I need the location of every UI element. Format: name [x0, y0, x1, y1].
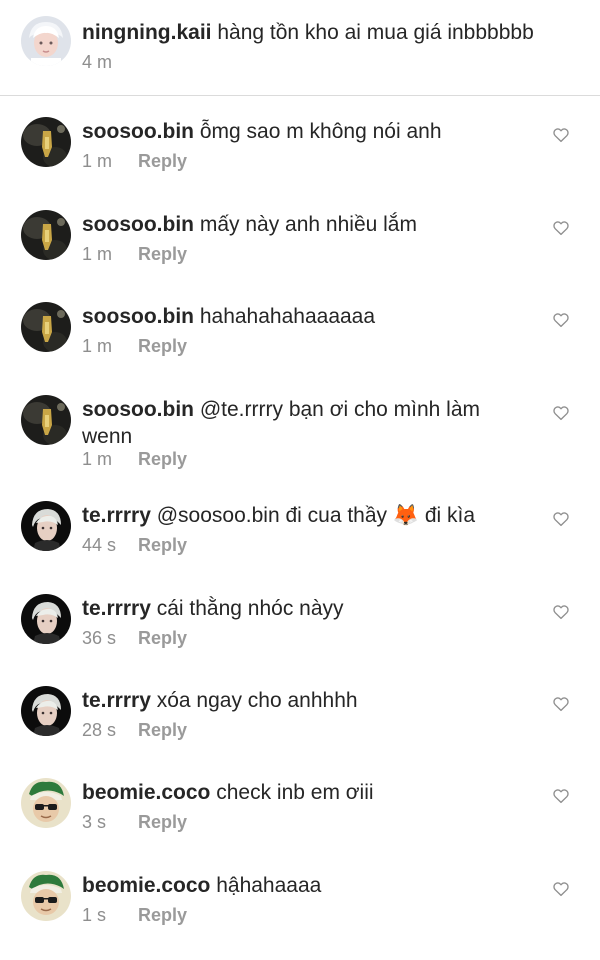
comment-username[interactable]: soosoo.bin — [82, 398, 194, 421]
comment-timestamp: 1 m — [82, 151, 113, 171]
heart-outline-icon[interactable] — [552, 880, 570, 898]
comment-item: soosoo.bin @te.rrrry bạn ơi cho mình làm… — [0, 395, 600, 475]
post-caption: ningning.kaii hàng tồn kho ai mua giá in… — [0, 0, 600, 96]
caption-text: ningning.kaii hàng tồn kho ai mua giá in… — [82, 19, 570, 46]
comment-body: hậhahaaaa — [216, 874, 322, 897]
comment-username[interactable]: beomie.coco — [82, 781, 210, 804]
avatar[interactable] — [21, 594, 71, 644]
comment-item: beomie.coco check inb em ơiii 3 s Reply — [0, 778, 600, 838]
avatar[interactable] — [21, 210, 71, 260]
heart-outline-icon[interactable] — [552, 695, 570, 713]
comment-timestamp: 36 s — [82, 628, 117, 648]
heart-outline-icon[interactable] — [552, 510, 570, 528]
comment-text: soosoo.bin hahahahahaaaaaa — [82, 303, 540, 330]
heart-outline-icon[interactable] — [552, 404, 570, 422]
comment-timestamp: 3 s — [82, 812, 107, 832]
comment-timestamp: 28 s — [82, 720, 117, 740]
avatar[interactable] — [21, 395, 71, 445]
comment-text: soosoo.bin mấy này anh nhiều lắm — [82, 211, 540, 238]
comment-item: te.rrrry cái thằng nhóc nàyy 36 s Reply — [0, 594, 600, 654]
comment-text: te.rrrry @soosoo.bin đi cua thầy 🦊 đi kì… — [82, 502, 540, 529]
caption-meta: 4 m — [82, 51, 126, 73]
comment-text: te.rrrry xóa ngay cho anhhhh — [82, 687, 540, 714]
comment-username[interactable]: soosoo.bin — [82, 120, 194, 143]
caption-username[interactable]: ningning.kaii — [82, 21, 212, 44]
comment-item: te.rrrry @soosoo.bin đi cua thầy 🦊 đi kì… — [0, 501, 600, 561]
reply-button[interactable]: Reply — [138, 535, 187, 555]
heart-outline-icon[interactable] — [552, 787, 570, 805]
reply-button[interactable]: Reply — [138, 244, 187, 264]
avatar[interactable] — [21, 16, 71, 66]
comment-meta: 1 m Reply — [82, 448, 187, 470]
avatar[interactable] — [21, 686, 71, 736]
comment-body: mấy này anh nhiều lắm — [199, 213, 417, 236]
heart-outline-icon[interactable] — [552, 126, 570, 144]
comment-username[interactable]: te.rrrry — [82, 689, 151, 712]
comment-text: soosoo.bin ỗmg sao m không nói anh — [82, 118, 540, 145]
comment-body: xóa ngay cho anhhhh — [156, 689, 358, 712]
comment-meta: 44 s Reply — [82, 534, 187, 556]
comment-meta: 1 m Reply — [82, 150, 187, 172]
comment-text: te.rrrry cái thằng nhóc nàyy — [82, 595, 540, 622]
reply-button[interactable]: Reply — [138, 449, 187, 469]
reply-button[interactable]: Reply — [138, 812, 187, 832]
comment-timestamp: 1 m — [82, 244, 113, 264]
caption-timestamp: 4 m — [82, 52, 113, 72]
heart-outline-icon[interactable] — [552, 603, 570, 621]
comment-username[interactable]: soosoo.bin — [82, 213, 194, 236]
reply-button[interactable]: Reply — [138, 336, 187, 356]
comment-meta: 36 s Reply — [82, 627, 187, 649]
reply-button[interactable]: Reply — [138, 905, 187, 925]
avatar[interactable] — [21, 871, 71, 921]
avatar[interactable] — [21, 117, 71, 167]
comment-meta: 1 m Reply — [82, 335, 187, 357]
caption-body: hàng tồn kho ai mua giá inbbbbbb — [217, 21, 534, 44]
comment-meta: 28 s Reply — [82, 719, 187, 741]
comment-body: @soosoo.bin đi cua thầy 🦊 đi kìa — [156, 504, 476, 527]
comment-meta: 1 m Reply — [82, 243, 187, 265]
comment-body-continued: wenn — [82, 425, 133, 448]
comment-item: te.rrrry xóa ngay cho anhhhh 28 s Reply — [0, 686, 600, 746]
comment-username[interactable]: te.rrrry — [82, 504, 151, 527]
comment-body: check inb em ơiii — [216, 781, 374, 804]
comment-text: beomie.coco check inb em ơiii — [82, 779, 540, 806]
comment-item: soosoo.bin hahahahahaaaaaa 1 m Reply — [0, 302, 600, 362]
comment-item: soosoo.bin mấy này anh nhiều lắm 1 m Reply — [0, 210, 600, 270]
comment-username[interactable]: soosoo.bin — [82, 305, 194, 328]
comment-username[interactable]: beomie.coco — [82, 874, 210, 897]
comment-text: soosoo.bin @te.rrrry bạn ơi cho mình làm… — [82, 396, 540, 450]
comment-body: @te.rrrry bạn ơi cho mình làm — [199, 398, 481, 421]
reply-button[interactable]: Reply — [138, 628, 187, 648]
heart-outline-icon[interactable] — [552, 311, 570, 329]
comment-item: beomie.coco hậhahaaaa 1 s Reply — [0, 871, 600, 931]
comment-username[interactable]: te.rrrry — [82, 597, 151, 620]
reply-button[interactable]: Reply — [138, 151, 187, 171]
avatar[interactable] — [21, 302, 71, 352]
comment-timestamp: 44 s — [82, 535, 117, 555]
comment-body: hahahahahaaaaaa — [199, 305, 376, 328]
comment-meta: 3 s Reply — [82, 811, 187, 833]
comment-meta: 1 s Reply — [82, 904, 187, 926]
reply-button[interactable]: Reply — [138, 720, 187, 740]
comment-timestamp: 1 m — [82, 449, 113, 469]
heart-outline-icon[interactable] — [552, 219, 570, 237]
comment-text: beomie.coco hậhahaaaa — [82, 872, 540, 899]
avatar[interactable] — [21, 778, 71, 828]
comment-body: cái thằng nhóc nàyy — [156, 597, 344, 620]
comments-screen: ningning.kaii hàng tồn kho ai mua giá in… — [0, 0, 600, 925]
comment-timestamp: 1 m — [82, 336, 113, 356]
comment-item: soosoo.bin ỗmg sao m không nói anh 1 m Rep… — [0, 117, 600, 177]
comment-timestamp: 1 s — [82, 905, 107, 925]
comment-body: ỗmg sao m không nói anh — [199, 120, 442, 143]
avatar[interactable] — [21, 501, 71, 551]
